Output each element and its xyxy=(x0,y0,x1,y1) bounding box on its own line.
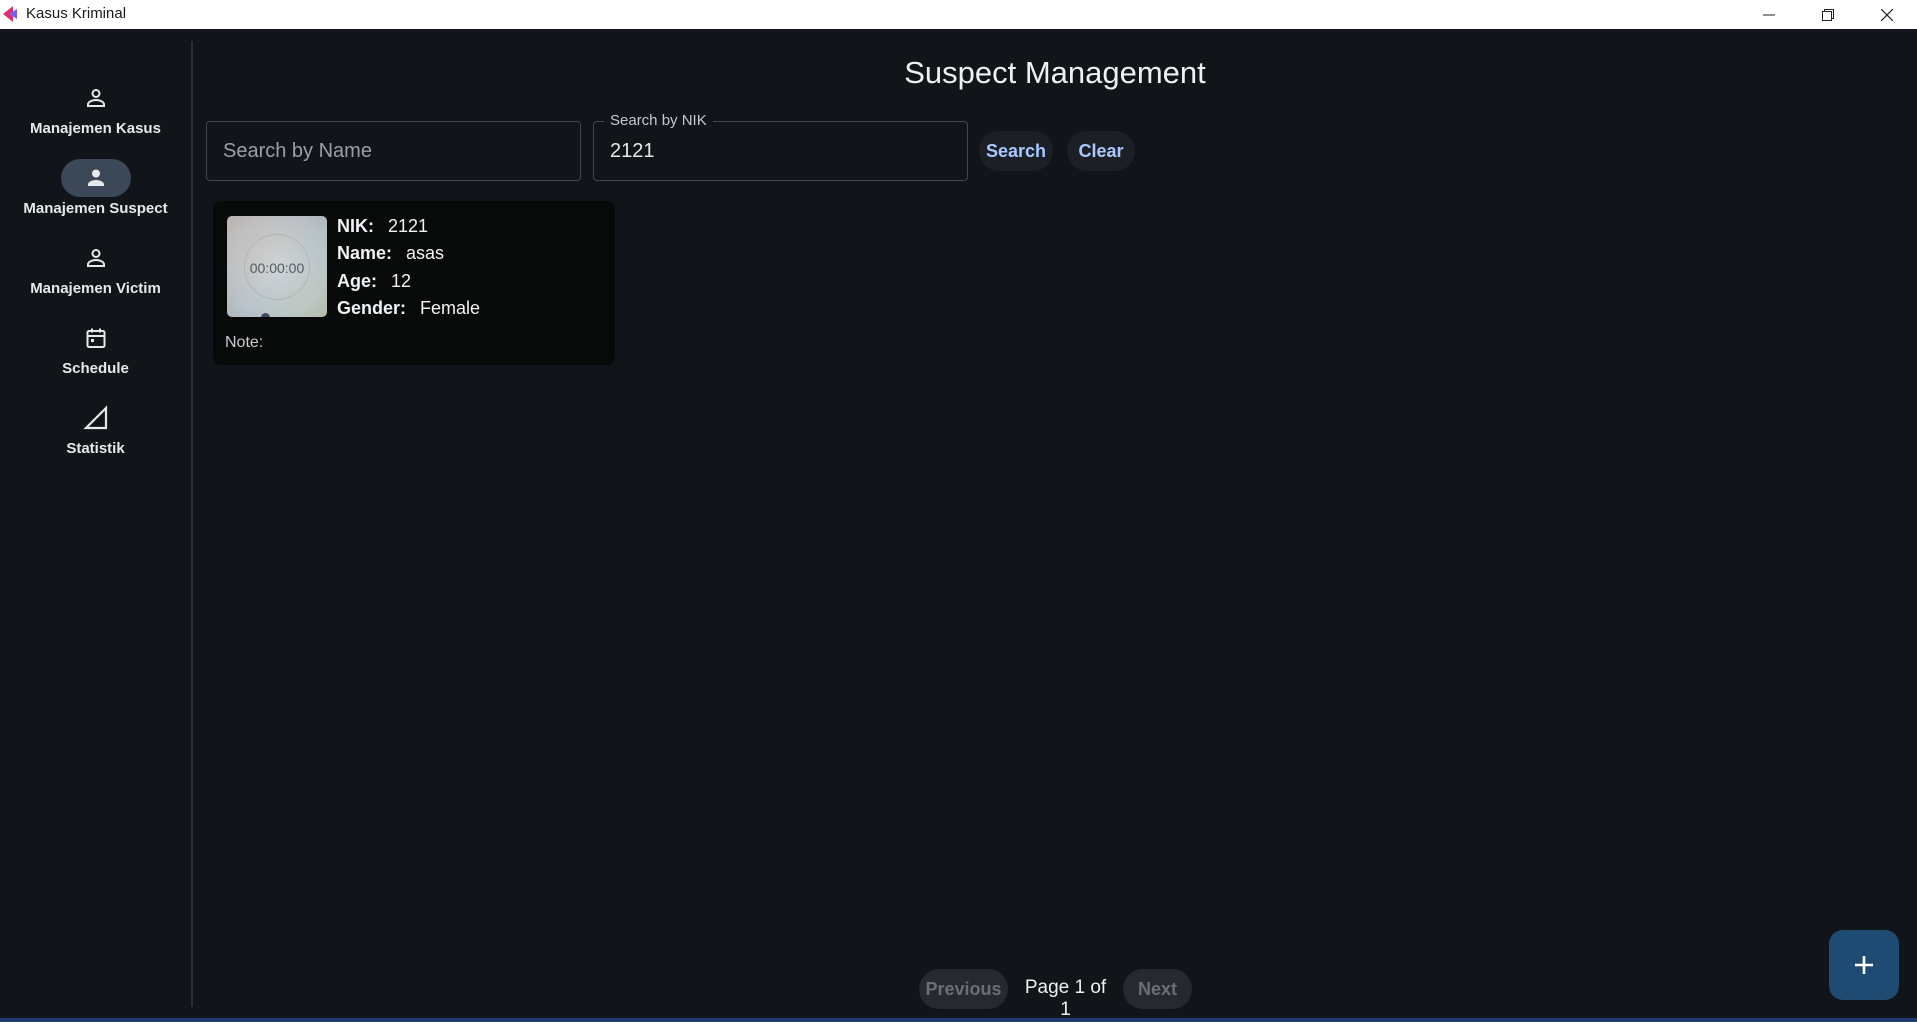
search-button[interactable]: Search xyxy=(979,131,1053,171)
age-value: 12 xyxy=(391,271,412,291)
note-key: Note: xyxy=(225,334,264,351)
suspect-nik-row: NIK: 2121 xyxy=(337,216,428,237)
window-titlebar: Kasus Kriminal xyxy=(0,0,1917,29)
thumbnail-timestamp: 00:00:00 xyxy=(249,260,305,276)
name-key: Name: xyxy=(337,243,393,263)
sidebar-item-manajemen-suspect[interactable]: Manajemen Suspect xyxy=(0,159,191,237)
restore-icon xyxy=(1822,8,1834,21)
person-icon xyxy=(86,249,105,267)
close-icon xyxy=(1881,8,1893,21)
sidebar-item-label: Statistik xyxy=(66,440,125,457)
calendar-icon xyxy=(86,328,105,348)
gender-key: Gender: xyxy=(337,298,407,318)
next-page-button[interactable]: Next xyxy=(1123,969,1192,1009)
suspect-name-row: Name: asas xyxy=(337,243,444,264)
nav-icon-container xyxy=(61,399,131,437)
sidebar-item-manajemen-victim[interactable]: Manajemen Victim xyxy=(0,239,191,317)
add-suspect-button[interactable] xyxy=(1829,930,1899,1000)
page-title: Suspect Management xyxy=(904,55,1206,90)
sidebar-item-manajemen-kasus[interactable]: Manajemen Kasus xyxy=(0,79,191,157)
app-logo-icon xyxy=(3,6,17,22)
previous-page-button[interactable]: Previous xyxy=(919,969,1008,1009)
nav-icon-container xyxy=(61,79,131,117)
gender-value: Female xyxy=(420,298,481,318)
search-nik-field[interactable]: Search by NIK xyxy=(593,112,968,181)
person-icon xyxy=(87,169,104,186)
name-value: asas xyxy=(406,243,445,263)
nav-icon-container xyxy=(60,159,131,197)
minimize-icon xyxy=(1763,14,1775,15)
search-name-input[interactable] xyxy=(221,122,563,180)
person-icon xyxy=(86,89,105,107)
suspect-note-row: Note: xyxy=(225,334,263,352)
sidebar-item-label: Manajemen Suspect xyxy=(23,200,168,217)
suspect-card[interactable]: 00:00:00 NIK: 2121 Name: asas Age: 12 Gende… xyxy=(213,201,615,365)
page-indicator: Page 1 of 1 xyxy=(1024,977,1107,1020)
triangle-chart-icon xyxy=(82,405,107,430)
search-name-field[interactable] xyxy=(206,121,581,181)
plus-icon xyxy=(1855,956,1873,974)
sidebar-item-schedule[interactable]: Schedule xyxy=(0,319,191,397)
sidebar-divider xyxy=(191,41,193,1007)
sidebar-item-label: Manajemen Victim xyxy=(30,280,161,297)
thumbnail-progress-dot xyxy=(261,313,270,317)
window-title: Kasus Kriminal xyxy=(26,5,127,22)
suspect-photo-thumbnail: 00:00:00 xyxy=(227,216,327,317)
sidebar-item-label: Schedule xyxy=(62,360,129,377)
nik-value: 2121 xyxy=(388,216,429,236)
nik-key: NIK: xyxy=(337,216,374,236)
suspect-gender-row: Gender: Female xyxy=(337,298,480,319)
window-bottom-edge xyxy=(0,1018,1917,1022)
suspect-age-row: Age: 12 xyxy=(337,271,411,292)
sidebar-item-statistik[interactable]: Statistik xyxy=(0,399,191,477)
close-button[interactable] xyxy=(1858,0,1916,29)
nav-icon-container xyxy=(61,319,131,357)
sidebar-item-label: Manajemen Kasus xyxy=(30,120,161,137)
clear-button[interactable]: Clear xyxy=(1067,131,1135,171)
maximize-button[interactable] xyxy=(1799,0,1857,29)
minimize-button[interactable] xyxy=(1740,0,1798,29)
nav-icon-container xyxy=(61,239,131,277)
sidebar: Manajemen Kasus Manajemen Suspect Manaje… xyxy=(0,29,191,1009)
age-key: Age: xyxy=(337,271,377,291)
search-nik-input[interactable] xyxy=(608,122,950,180)
